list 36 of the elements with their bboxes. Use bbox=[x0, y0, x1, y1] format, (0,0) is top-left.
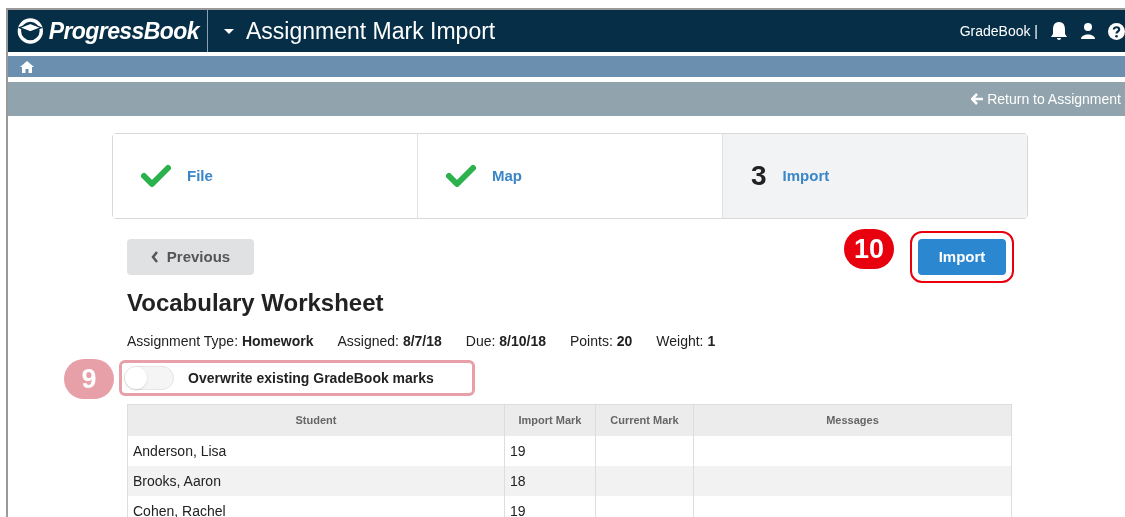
table-cell-text: Brooks, Aaron bbox=[132, 471, 222, 491]
home-icon[interactable] bbox=[20, 60, 34, 73]
callout-badge: 9 bbox=[64, 359, 114, 399]
step-number: 3 bbox=[751, 159, 767, 193]
import-button[interactable]: Import bbox=[918, 239, 1006, 275]
meta-item: Weight: 1 bbox=[656, 332, 716, 351]
arrow-left-icon bbox=[971, 93, 984, 105]
user-icon[interactable] bbox=[1080, 22, 1096, 40]
step[interactable]: 3 Import bbox=[722, 134, 1027, 218]
column-header: Student bbox=[294, 413, 338, 429]
chevron-left-icon bbox=[150, 251, 159, 263]
table-cell: 19 bbox=[504, 496, 595, 517]
table-cell-text: Cohen, Rachel bbox=[132, 501, 227, 517]
step-label: Map bbox=[492, 165, 522, 186]
table-cell-text: Anderson, Lisa bbox=[132, 441, 228, 461]
callout-badge: 10 bbox=[844, 229, 894, 269]
page-title: Assignment Mark Import bbox=[246, 16, 496, 46]
bell-icon[interactable] bbox=[1050, 21, 1068, 41]
help-icon[interactable] bbox=[1108, 22, 1125, 40]
assignment-title: Vocabulary Worksheet bbox=[127, 288, 385, 318]
checkmark-icon bbox=[141, 164, 171, 188]
checkmark-icon bbox=[446, 164, 476, 188]
logo-icon bbox=[16, 16, 45, 46]
step-label: Import bbox=[782, 165, 830, 186]
brand-logo-text: ProgressBook bbox=[48, 16, 199, 46]
meta-item: Due: 8/10/18 bbox=[465, 332, 546, 351]
caret-icon[interactable] bbox=[224, 28, 234, 34]
app-name: GradeBook | bbox=[959, 21, 1038, 41]
step-label: File bbox=[187, 165, 213, 186]
toggle-switch[interactable] bbox=[124, 366, 174, 390]
previous-button[interactable]: Previous bbox=[127, 239, 254, 275]
return-link[interactable]: Return to Assignment bbox=[971, 88, 1121, 110]
meta-item: Assigned: 8/7/18 bbox=[337, 332, 442, 351]
toggle-label: Overwrite existing GradeBook marks bbox=[188, 368, 434, 388]
meta-item: Assignment Type: Homework bbox=[127, 332, 314, 351]
meta-item: Points: 20 bbox=[570, 332, 633, 351]
